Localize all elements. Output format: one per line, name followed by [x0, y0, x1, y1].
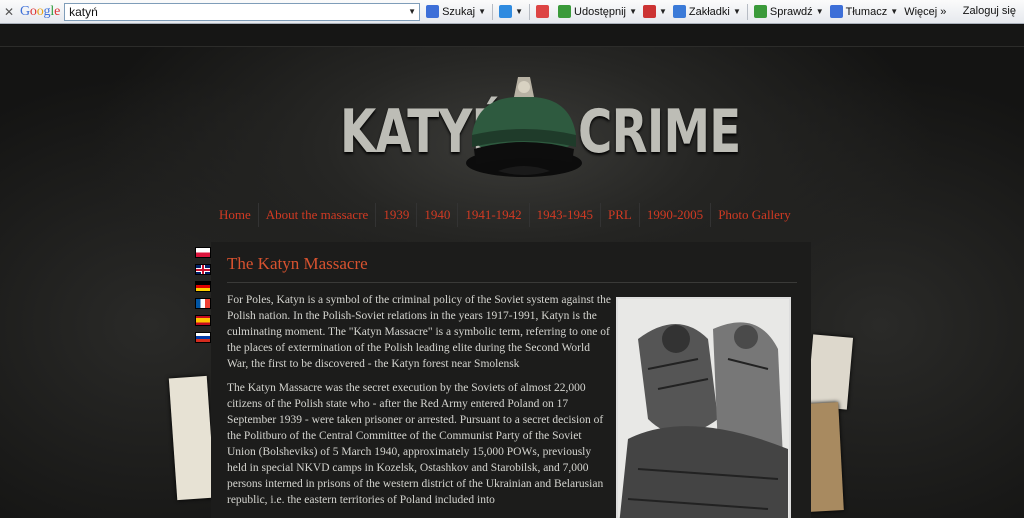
fr-flag-icon[interactable] [195, 298, 211, 309]
logo-word-crime: CRIME [578, 97, 741, 167]
nav-prl[interactable]: PRL [600, 203, 639, 227]
es-flag-icon[interactable] [195, 315, 211, 326]
close-toolbar-icon[interactable]: ✕ [2, 5, 16, 19]
bookmarks-button[interactable]: Zakładki ▼ [672, 5, 741, 18]
officer-cap-icon [466, 77, 582, 177]
search-icon [426, 5, 440, 18]
language-flags [195, 247, 211, 349]
site-logo[interactable]: KATYŃ CRIME [338, 77, 741, 189]
share-icon [558, 5, 572, 18]
content-panel: The Katyn Massacre For Poles, Katyn is a… [211, 242, 811, 518]
popup-blocker-button[interactable]: ▼ [642, 5, 667, 18]
google-toolbar: ✕ Google katyń ▼ Szukaj ▼ ▼ Udostępnij ▼… [0, 0, 1024, 24]
toolbar-separator [529, 3, 531, 20]
article-title: The Katyn Massacre [227, 254, 368, 273]
login-link[interactable]: Zaloguj się [963, 5, 1016, 17]
title-divider [227, 282, 797, 283]
nav-home[interactable]: Home [212, 203, 258, 227]
nav-1939[interactable]: 1939 [375, 203, 416, 227]
archive-document-image [168, 375, 216, 501]
search-input[interactable]: katyń ▼ [64, 2, 421, 21]
spellcheck-icon [753, 5, 767, 18]
share-button[interactable]: Udostępnij ▼ [558, 5, 637, 18]
toolbar-separator [746, 3, 748, 20]
nav-1941-1942[interactable]: 1941-1942 [457, 203, 528, 227]
soldiers-drawing-image[interactable] [616, 297, 791, 518]
plus-icon [499, 5, 513, 18]
translate-icon [829, 5, 843, 18]
star-icon [672, 5, 686, 18]
nav-1943-1945[interactable]: 1943-1945 [528, 203, 600, 227]
search-input-value: katyń [69, 4, 98, 19]
site-top-strip [0, 25, 1024, 47]
nav-1940[interactable]: 1940 [416, 203, 457, 227]
google-plus-icon [536, 5, 550, 18]
nav-1990-2005[interactable]: 1990-2005 [638, 203, 710, 227]
pl-flag-icon[interactable] [195, 247, 211, 258]
google-logo[interactable]: Google [20, 4, 60, 20]
spellcheck-button[interactable]: Sprawdź ▼ [753, 5, 824, 18]
archive-photo-image [806, 334, 854, 410]
search-button[interactable]: Szukaj ▼ [426, 5, 486, 18]
toolbar-separator [492, 3, 494, 20]
article-paragraph: For Poles, Katyn is a symbol of the crim… [227, 294, 611, 370]
search-dropdown-icon[interactable]: ▼ [408, 7, 416, 16]
google-plus-button[interactable] [536, 5, 552, 18]
nav-photo-gallery[interactable]: Photo Gallery [710, 203, 798, 227]
ru-flag-icon[interactable] [195, 332, 211, 343]
translate-button[interactable]: Tłumacz ▼ [829, 5, 898, 18]
popup-blocker-icon [642, 5, 656, 18]
more-button[interactable]: Więcej » [904, 6, 946, 18]
de-flag-icon[interactable] [195, 281, 211, 292]
article-body: For Poles, Katyn is a symbol of the crim… [227, 292, 613, 516]
uk-flag-icon[interactable] [195, 264, 211, 275]
main-nav: Home About the massacre 1939 1940 1941-1… [212, 203, 798, 227]
add-button[interactable]: ▼ [499, 5, 523, 18]
nav-about-the-massacre[interactable]: About the massacre [257, 203, 376, 227]
soldiers-drawing-icon [618, 299, 789, 518]
article-paragraph: The Katyn Massacre was the secret execut… [227, 382, 604, 506]
page: KATYŃ CRIME Home About the massacre 1939… [0, 25, 1024, 518]
